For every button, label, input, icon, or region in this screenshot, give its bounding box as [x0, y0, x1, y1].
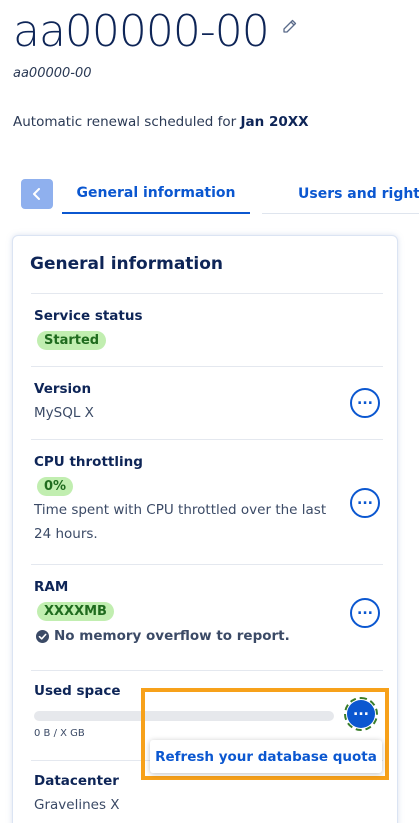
page-title: aa00000-00 [13, 6, 270, 57]
renewal-prefix: Automatic renewal scheduled for [13, 114, 241, 130]
service-status-label: Service status [34, 308, 143, 324]
version-value: MySQL X [34, 405, 94, 421]
ram-note: No memory overflow to report. [36, 628, 290, 644]
page-subtitle: aa00000-00 [13, 66, 92, 81]
cpu-description: Time spent with CPU throttled over the l… [34, 502, 327, 542]
card-title: General information [30, 254, 224, 274]
cpu-row: CPU throttling 0% Time spent with CPU th… [31, 439, 383, 564]
used-space-more-button-inner: ... [347, 700, 375, 728]
version-row: Version MySQL X ... [31, 366, 383, 439]
cpu-more-button[interactable]: ... [350, 488, 380, 518]
ram-note-text: No memory overflow to report. [54, 628, 290, 644]
datacenter-value: Gravelines X [34, 797, 120, 813]
tab-general-information[interactable]: General information [62, 174, 250, 214]
ram-badge: XXXXMB [37, 602, 114, 621]
cpu-label: CPU throttling [34, 454, 143, 470]
chevron-left-icon [33, 188, 40, 200]
tab-users-and-rights[interactable]: Users and rights [262, 174, 419, 214]
used-space-more-button[interactable]: ... [344, 697, 378, 731]
ram-more-button[interactable]: ... [350, 598, 380, 628]
version-label: Version [34, 381, 92, 397]
ram-label: RAM [34, 579, 69, 595]
renewal-text: Automatic renewal scheduled for Jan 20XX [13, 114, 309, 130]
used-space-text: 0 B / X GB [34, 728, 85, 739]
service-status-row: Service status Started [31, 293, 383, 366]
tab-bar: General information Users and rights [0, 174, 419, 218]
ellipsis-icon: ... [357, 492, 373, 508]
status-badge: Started [37, 331, 107, 350]
ellipsis-icon: ... [353, 703, 369, 719]
refresh-quota-menu-item[interactable]: Refresh your database quota [150, 740, 382, 773]
renewal-date: Jan 20XX [240, 114, 309, 130]
version-more-button[interactable]: ... [350, 388, 380, 418]
used-space-label: Used space [34, 683, 121, 699]
check-circle-icon [36, 629, 49, 643]
pencil-icon[interactable] [281, 18, 299, 36]
ram-row: RAM XXXXMB No memory overflow to report.… [31, 564, 383, 670]
ellipsis-icon: ... [357, 602, 373, 618]
tab-back-button[interactable] [21, 179, 53, 209]
ellipsis-icon: ... [357, 392, 373, 408]
datacenter-label: Datacenter [34, 773, 119, 789]
cpu-badge: 0% [37, 477, 74, 496]
